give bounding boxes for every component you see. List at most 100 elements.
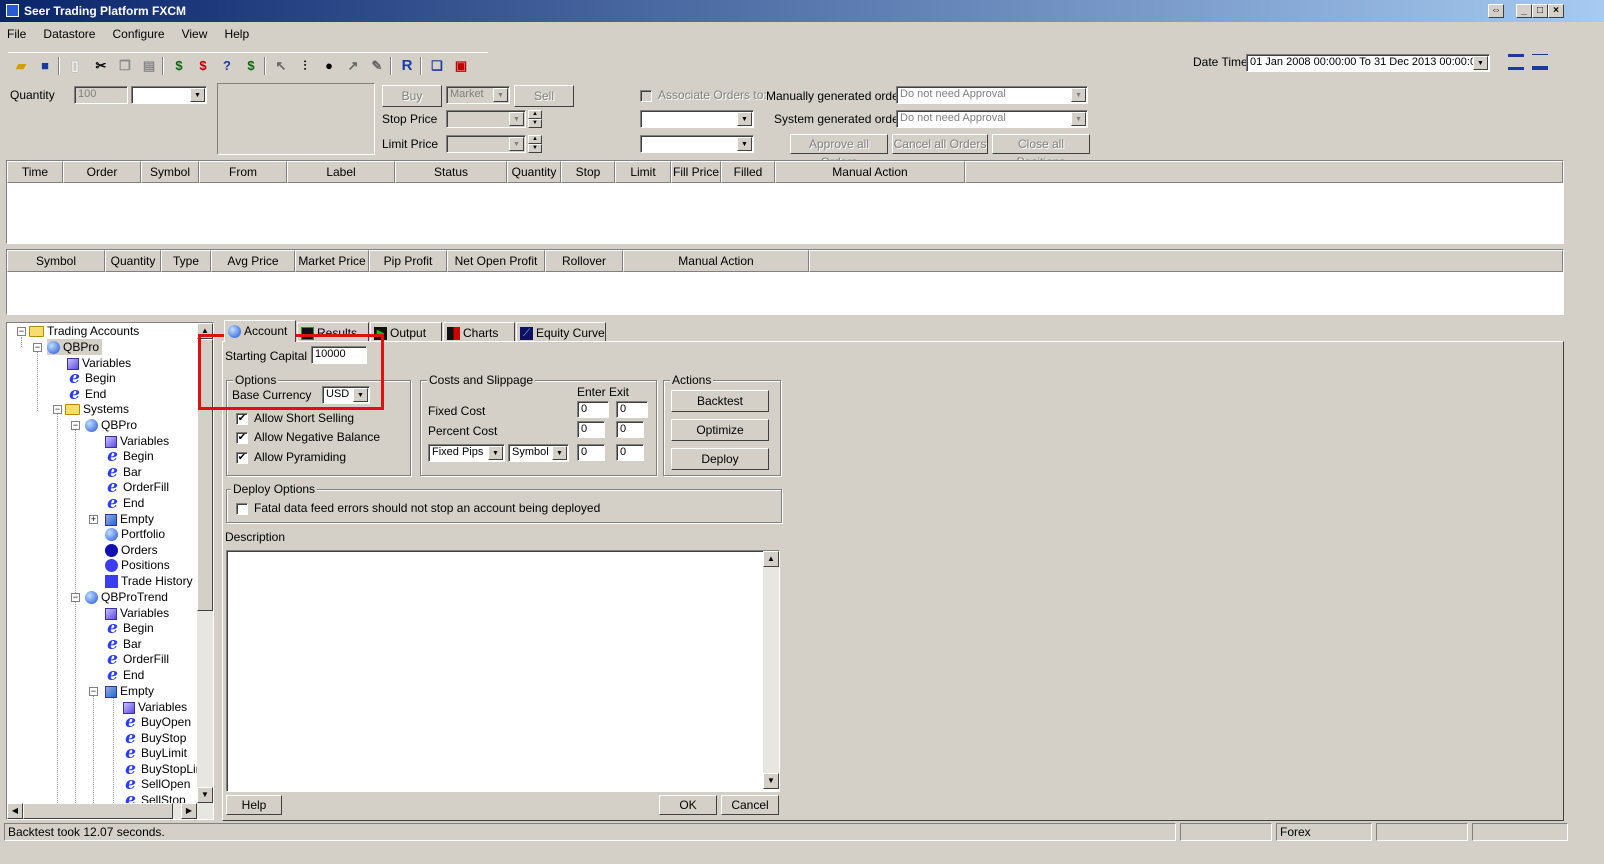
traffic-icon[interactable]: ▣ [452, 57, 470, 75]
associate-select-1[interactable]: ▼ [640, 110, 754, 128]
col-net-open-profit[interactable]: Net Open Profit [447, 250, 545, 272]
sell-button[interactable]: Sell [514, 85, 574, 107]
cancel-button[interactable]: Cancel [721, 795, 779, 815]
spin-up-icon[interactable]: ▲ [528, 135, 542, 144]
order-type-select[interactable]: Market ▼ [446, 86, 510, 104]
tree-end[interactable]: e End [105, 667, 144, 684]
slippage-type-select[interactable]: Fixed Pips ▼ [428, 444, 505, 462]
limit-price-input[interactable]: ▼ [446, 135, 526, 153]
slippage-enter-input[interactable]: 0 [577, 444, 605, 461]
symbol-add-icon[interactable]: $ [242, 57, 260, 75]
tree-qbprotrend[interactable]: QBProTrend [85, 589, 168, 605]
description-scrollbar[interactable]: ▲ ▼ [763, 551, 779, 789]
symbol-sell-icon[interactable]: $ [194, 57, 212, 75]
tree-portfolio[interactable]: Portfolio [105, 526, 165, 542]
cancel-all-orders-button[interactable]: Cancel all Orders [892, 134, 988, 154]
col-rollover[interactable]: Rollover [545, 250, 623, 272]
col-quantity[interactable]: Quantity [507, 161, 561, 183]
percent-cost-exit-input[interactable]: 0 [616, 421, 644, 438]
system-orders-select[interactable]: Do not need Approval ▼ [896, 110, 1088, 128]
r-script-icon[interactable]: R [398, 57, 416, 75]
scroll-down-icon[interactable]: ▼ [763, 773, 779, 789]
col-limit[interactable]: Limit [615, 161, 671, 183]
tree-empty[interactable]: Empty [105, 511, 154, 527]
orders-grid[interactable]: Time Order Symbol From Label Status Quan… [6, 160, 1564, 244]
tree-end[interactable]: e End [105, 495, 144, 512]
symbol-select[interactable]: ▼ [131, 86, 207, 104]
col-avg-price[interactable]: Avg Price [211, 250, 295, 272]
col-quantity[interactable]: Quantity [105, 250, 161, 272]
dots-icon[interactable]: ● [320, 57, 338, 75]
collapse-icon[interactable]: − [71, 421, 80, 430]
positions-grid[interactable]: Symbol Quantity Type Avg Price Market Pr… [6, 249, 1564, 315]
col-from[interactable]: From [199, 161, 287, 183]
fatal-errors-checkbox[interactable]: Fatal data feed errors should not stop a… [236, 501, 600, 515]
tree-system-qbpro[interactable]: QBPro [85, 417, 137, 433]
collapse-icon[interactable]: − [17, 327, 26, 336]
col-stop[interactable]: Stop [561, 161, 615, 183]
help-button[interactable]: Help [226, 795, 282, 815]
col-symbol[interactable]: Symbol [141, 161, 199, 183]
menu-help[interactable]: Help [217, 24, 256, 44]
line-tool-icon[interactable]: ↗ [344, 57, 362, 75]
col-filled[interactable]: Filled [721, 161, 775, 183]
spin-down-icon[interactable]: ▼ [528, 119, 542, 128]
tab-equity-curve[interactable]: ⟋ Equity Curve [516, 322, 606, 342]
brush-tool-icon[interactable]: ✎ [368, 57, 386, 75]
close-all-positions-button[interactable]: Close all Positions [992, 134, 1090, 169]
collapse-icon[interactable]: − [71, 593, 80, 602]
col-fill-price[interactable]: Fill Price [671, 161, 721, 183]
scroll-down-icon[interactable]: ▼ [197, 787, 213, 803]
tab-account[interactable]: Account [224, 320, 296, 342]
col-time[interactable]: Time [7, 161, 63, 183]
copy-icon[interactable]: ❐ [116, 57, 134, 75]
tree-orders[interactable]: Orders [105, 542, 158, 558]
restore-icon[interactable]: ⇔ [1488, 4, 1504, 18]
backtest-button[interactable]: Backtest [671, 390, 769, 412]
tree-end[interactable]: e End [67, 386, 106, 403]
symbol-buy-icon[interactable]: $ [170, 57, 188, 75]
allow-negative-balance-checkbox[interactable]: ✔ Allow Negative Balance [236, 430, 380, 444]
percent-cost-enter-input[interactable]: 0 [577, 421, 605, 438]
cut-icon[interactable]: ✂ [92, 57, 110, 75]
ok-button[interactable]: OK [659, 795, 717, 815]
associate-orders-checkbox[interactable]: Associate Orders to: [640, 88, 767, 102]
collapse-icon[interactable]: − [33, 343, 42, 352]
description-textarea[interactable]: ▲ ▼ [226, 550, 780, 792]
scroll-right-icon[interactable]: ▶ [181, 803, 197, 819]
pointer-icon[interactable]: ↖ [272, 57, 290, 75]
bars-icon[interactable]: ⫶ [296, 57, 314, 75]
maximize-button[interactable]: □ [1532, 4, 1548, 18]
collapse-icon[interactable]: − [53, 405, 62, 414]
slippage-symbol-select[interactable]: Symbol ▼ [508, 444, 569, 462]
tree-trading-accounts[interactable]: Trading Accounts [29, 323, 139, 339]
tree-trade-history[interactable]: Trade History [105, 573, 193, 589]
close-button[interactable]: × [1548, 4, 1564, 18]
fixed-cost-exit-input[interactable]: 0 [616, 401, 648, 418]
limit-price-spinner[interactable]: ▲ ▼ [528, 135, 542, 153]
date-time-range-select[interactable]: 01 Jan 2008 00:00:00 To 31 Dec 2013 00:0… [1246, 54, 1490, 72]
tree-empty[interactable]: Empty [105, 683, 154, 699]
minimize-button[interactable]: _ [1516, 4, 1532, 18]
tree-positions[interactable]: Positions [105, 557, 170, 573]
col-pip-profit[interactable]: Pip Profit [369, 250, 447, 272]
col-manual-action[interactable]: Manual Action [775, 161, 965, 183]
menu-file[interactable]: File [0, 24, 33, 44]
buy-button[interactable]: Buy [382, 85, 442, 107]
stop-price-spinner[interactable]: ▲ ▼ [528, 110, 542, 128]
col-manual-action[interactable]: Manual Action [623, 250, 809, 272]
approve-all-orders-button[interactable]: Approve all Orders [790, 134, 888, 169]
new-document-icon[interactable]: ▯ [66, 57, 84, 75]
tree-qbpro-account[interactable]: QBPro [47, 339, 103, 355]
layout-bottom-icon[interactable] [1532, 54, 1548, 70]
expand-icon[interactable]: + [89, 515, 98, 524]
optimize-button[interactable]: Optimize [671, 419, 769, 441]
tab-charts[interactable]: Charts [443, 322, 515, 342]
paste-icon[interactable]: ▤ [140, 57, 158, 75]
allow-short-selling-checkbox[interactable]: ✔ Allow Short Selling [236, 411, 354, 425]
account-tree[interactable]: − Trading Accounts − QBPro Variables e Be… [6, 322, 214, 820]
associate-select-2[interactable]: ▼ [640, 135, 754, 153]
allow-pyramiding-checkbox[interactable]: ✔ Allow Pyramiding [236, 450, 346, 464]
col-status[interactable]: Status [395, 161, 507, 183]
window-icon[interactable]: ❏ [428, 57, 446, 75]
